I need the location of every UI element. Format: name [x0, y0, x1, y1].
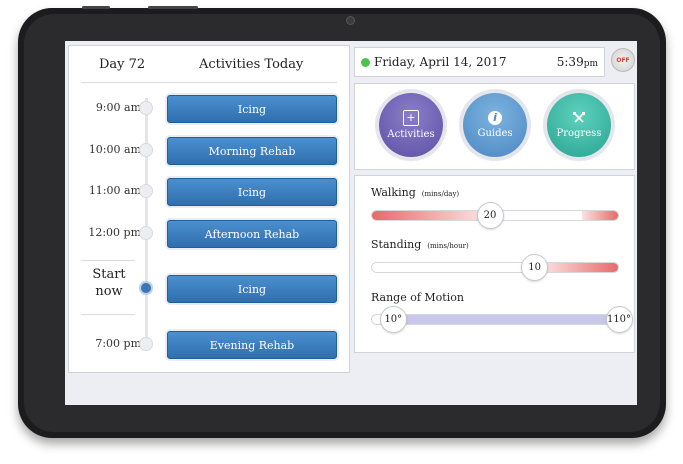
- now-separator: [81, 314, 135, 315]
- status-bar: Friday, April 14, 2017 5:39pm: [354, 47, 605, 77]
- timeline-node: [139, 337, 153, 351]
- rom-range-fill: [394, 315, 618, 324]
- timeline-node: [139, 184, 153, 198]
- schedule-time: 10:00 am: [88, 143, 141, 156]
- activity-button-morning-rehab[interactable]: Morning Rehab: [167, 137, 337, 165]
- walking-fill-high: [581, 211, 618, 220]
- walking-fill-low: [372, 211, 486, 220]
- info-icon: i: [488, 111, 502, 125]
- standing-title: Standing: [371, 238, 422, 251]
- clock-ampm: pm: [583, 59, 598, 69]
- schedule-title: Activities Today: [199, 57, 304, 72]
- activity-button-icing[interactable]: Icing: [167, 95, 337, 123]
- schedule-header: Day 72 Activities Today: [69, 46, 349, 82]
- tablet-button: [82, 6, 110, 9]
- plus-square-icon: +: [403, 110, 419, 126]
- guides-label: Guides: [477, 128, 513, 139]
- guides-button[interactable]: i Guides: [463, 93, 527, 157]
- timeline-node: [139, 101, 153, 115]
- progress-label: Progress: [556, 128, 602, 139]
- standing-fill-high: [541, 263, 618, 272]
- app-screen: Day 72 Activities Today 9:00 am Icing 10…: [65, 41, 637, 405]
- rom-min-handle[interactable]: 10°: [379, 306, 407, 333]
- power-off-button[interactable]: OFF: [611, 48, 635, 72]
- day-counter: Day 72: [99, 57, 146, 72]
- schedule-row: 10:00 am Morning Rehab: [69, 134, 351, 168]
- header-divider: [81, 82, 337, 83]
- walking-unit: (mins/day): [421, 190, 460, 198]
- clock-time: 5:39: [556, 55, 584, 69]
- standing-unit: (mins/hour): [427, 242, 469, 250]
- start-now-label: Start now: [87, 266, 131, 300]
- activity-button-afternoon-rehab[interactable]: Afternoon Rehab: [167, 220, 337, 248]
- schedule-row: 7:00 pm Evening Rehab: [69, 328, 351, 362]
- schedule-row-now: Start now Icing: [69, 267, 351, 306]
- progress-button[interactable]: Progress: [547, 93, 611, 157]
- schedule-time: 7:00 pm: [95, 337, 141, 350]
- activity-button-evening-rehab[interactable]: Evening Rehab: [167, 331, 337, 359]
- activity-button-icing-now[interactable]: Icing: [167, 275, 337, 303]
- standing-label: Standing (mins/hour): [371, 238, 469, 251]
- walking-label: Walking (mins/day): [371, 186, 459, 199]
- walking-slider-handle[interactable]: 20: [476, 202, 504, 229]
- now-separator: [81, 260, 135, 261]
- timeline-node: [139, 143, 153, 157]
- camera-icon: [346, 16, 355, 25]
- timeline-node-current: [139, 281, 153, 295]
- start-label: Start: [92, 267, 126, 282]
- activity-button-icing[interactable]: Icing: [167, 178, 337, 206]
- navigation-panel: + Activities i Guides Progress: [354, 83, 635, 170]
- rom-slider-track[interactable]: [371, 314, 619, 325]
- online-status-dot: [361, 58, 370, 67]
- now-label: now: [95, 284, 123, 299]
- schedule-panel: Day 72 Activities Today 9:00 am Icing 10…: [68, 45, 350, 373]
- standing-slider-track[interactable]: [371, 262, 619, 273]
- activities-label: Activities: [387, 129, 435, 140]
- current-date: Friday, April 14, 2017: [374, 55, 507, 69]
- schedule-time: 11:00 am: [88, 184, 141, 197]
- schedule-time: 12:00 pm: [88, 226, 141, 239]
- tablet-button: [148, 6, 198, 9]
- goals-panel: Walking (mins/day) 20 Standing (mins/hour)…: [354, 175, 635, 353]
- walking-title: Walking: [371, 186, 416, 199]
- activities-button[interactable]: + Activities: [379, 93, 443, 157]
- timeline-node: [139, 226, 153, 240]
- schedule-time: 9:00 am: [95, 101, 141, 114]
- standing-slider-handle[interactable]: 10: [521, 254, 549, 281]
- schedule-row: 12:00 pm Afternoon Rehab: [69, 217, 351, 251]
- rom-max-handle[interactable]: 110°: [605, 306, 633, 333]
- dumbbell-icon: [572, 111, 586, 125]
- current-time: 5:39pm: [557, 55, 598, 69]
- rom-label: Range of Motion: [371, 291, 464, 304]
- schedule-row: 11:00 am Icing: [69, 175, 351, 209]
- schedule-row: 9:00 am Icing: [69, 92, 351, 126]
